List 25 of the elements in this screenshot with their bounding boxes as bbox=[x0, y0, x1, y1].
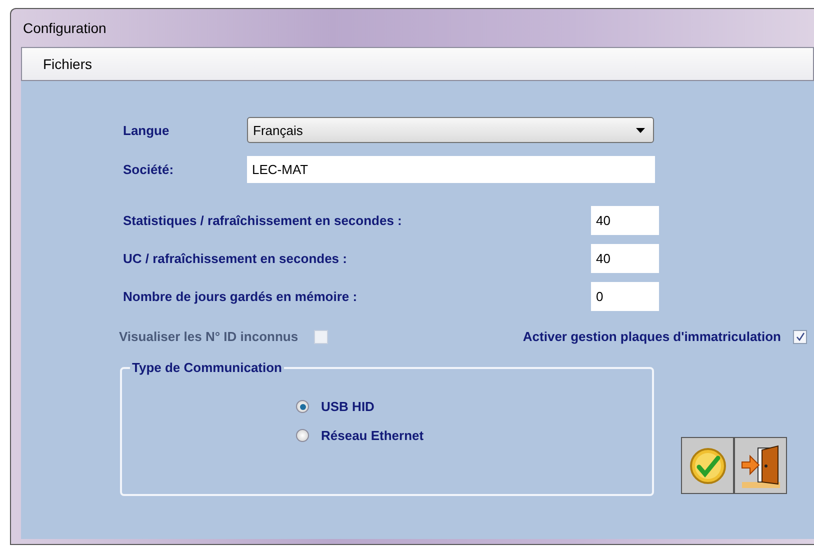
checkbox-label: Activer gestion plaques d'immatriculation bbox=[522, 329, 781, 344]
checkbox[interactable] bbox=[793, 330, 807, 344]
window-title: Configuration bbox=[23, 20, 106, 36]
language-dropdown[interactable]: Français bbox=[247, 117, 654, 143]
field-label: UC / rafraîchissement en secondes : bbox=[123, 251, 347, 266]
radio-button[interactable] bbox=[296, 400, 309, 413]
number-field[interactable]: 40 bbox=[591, 244, 659, 273]
field-label: Société: bbox=[123, 162, 175, 177]
field-label: Langue bbox=[123, 122, 170, 138]
ok-button[interactable] bbox=[681, 437, 734, 494]
radio-button[interactable] bbox=[296, 429, 309, 442]
field-label: Statistiques / rafraîchissement en secondes : bbox=[123, 213, 402, 228]
checkbox-label: Visualiser les N° ID inconnus bbox=[119, 329, 298, 344]
exit-button[interactable] bbox=[734, 437, 787, 494]
caret-icon bbox=[636, 128, 645, 132]
number-field[interactable]: 0 bbox=[591, 282, 659, 311]
exit-door-icon bbox=[740, 444, 782, 488]
checkmark-icon bbox=[688, 446, 726, 484]
radio-label: USB HID bbox=[321, 399, 374, 414]
radio-label: Réseau Ethernet bbox=[321, 428, 424, 443]
menu-item[interactable]: Fichiers bbox=[43, 56, 92, 72]
number-field[interactable]: 40 bbox=[591, 206, 659, 235]
field-label: Nombre de jours gardés en mémoire : bbox=[123, 289, 358, 304]
company-field[interactable]: LEC-MAT bbox=[247, 156, 655, 183]
group-title: Type de Communication bbox=[131, 360, 283, 375]
